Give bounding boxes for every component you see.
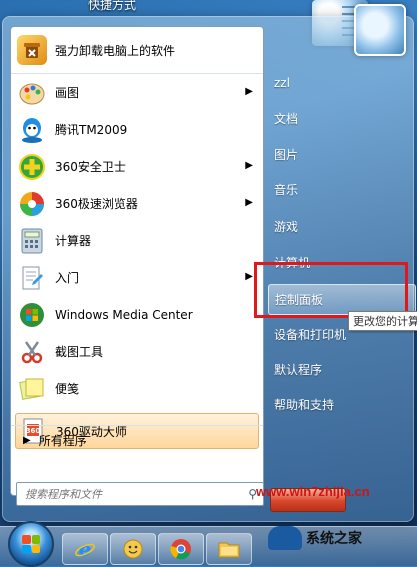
control-panel-highlight-box: [254, 262, 408, 318]
right-item-music[interactable]: 音乐: [274, 181, 298, 198]
right-item-devices-printers[interactable]: 设备和打印机: [274, 326, 346, 343]
pinned-item-label: 强力卸载电脑上的软件: [55, 43, 176, 58]
submenu-arrow-icon: ▶: [245, 197, 253, 208]
right-item-user[interactable]: zzl: [274, 76, 290, 90]
getting-started-icon: [17, 263, 47, 293]
menu-item-label: 计算器: [55, 234, 92, 248]
menu-item-media-center[interactable]: Windows Media Center: [11, 296, 263, 333]
search-input[interactable]: [23, 486, 227, 502]
desktop-shortcut-label[interactable]: 快捷方式: [88, 0, 136, 13]
menu-item-label: Windows Media Center: [55, 307, 193, 322]
brand-logo-icon: [268, 526, 302, 550]
control-panel-tooltip: 更改您的计算: [348, 311, 417, 331]
messenger-icon[interactable]: [110, 533, 156, 565]
menu-item-label: 便笺: [55, 382, 80, 396]
snipping-tool-icon: [17, 337, 47, 367]
chrome-icon[interactable]: [158, 533, 204, 565]
search-box[interactable]: ⚲: [16, 482, 264, 506]
menu-item-label: 入门: [55, 271, 80, 285]
start-menu-right-pane: zzl 文档 图片 音乐 游戏 计算机 控制面板 设备和打印机 默认程序 帮助和…: [264, 4, 416, 496]
explorer-icon[interactable]: [206, 533, 252, 565]
right-item-pictures[interactable]: 图片: [274, 146, 298, 163]
start-orb-icon[interactable]: [8, 521, 54, 567]
menu-item-label: 360极速浏览器: [55, 197, 138, 211]
all-programs-label: 所有程序: [38, 433, 87, 448]
triangle-right-icon: ▶: [23, 434, 31, 446]
submenu-arrow-icon: ▶: [245, 160, 253, 171]
360-safe-icon: [17, 152, 47, 182]
right-item-games[interactable]: 游戏: [274, 218, 298, 235]
user-avatar[interactable]: [354, 4, 406, 56]
right-item-documents[interactable]: 文档: [274, 110, 298, 127]
sticky-notes-icon: [17, 374, 47, 404]
360-browser-icon: [17, 189, 47, 219]
menu-item-tencent-tm[interactable]: 腾讯TM2009: [11, 111, 263, 148]
watermark-brand-text: 系统之家: [306, 531, 362, 547]
ie-icon[interactable]: e: [62, 533, 108, 565]
menu-item-360-browser[interactable]: 360极速浏览器 ▶: [11, 185, 263, 222]
menu-item-label: 腾讯TM2009: [55, 123, 128, 137]
svg-text:e: e: [79, 538, 92, 560]
media-center-icon: [17, 300, 47, 330]
menu-item-label: 360安全卫士: [55, 160, 126, 174]
paint-icon: [17, 78, 47, 108]
menu-item-calculator[interactable]: 计算器: [11, 222, 263, 259]
menu-item-getting-started[interactable]: 入门 ▶: [11, 259, 263, 296]
menu-item-360-safe[interactable]: 360安全卫士 ▶: [11, 148, 263, 185]
all-programs-button[interactable]: ▶ 所有程序: [11, 425, 263, 454]
uninstall-icon: [17, 35, 47, 65]
menu-item-paint[interactable]: 画图 ▶: [11, 74, 263, 111]
right-item-help-support[interactable]: 帮助和支持: [274, 396, 334, 413]
submenu-arrow-icon: ▶: [245, 86, 253, 97]
pinned-item[interactable]: 强力卸载电脑上的软件: [11, 27, 263, 74]
submenu-arrow-icon: ▶: [245, 271, 253, 282]
tencent-tm-icon: [17, 115, 47, 145]
right-item-default-programs[interactable]: 默认程序: [274, 361, 322, 378]
menu-item-snipping-tool[interactable]: 截图工具: [11, 333, 263, 370]
menu-item-label: 截图工具: [55, 345, 104, 359]
menu-item-sticky-notes[interactable]: 便笺: [11, 370, 263, 407]
menu-item-label: 画图: [55, 86, 80, 100]
start-menu-left-pane: 强力卸载电脑上的软件 画图 ▶ 腾讯TM2009 360安全卫士 ▶ 360极速…: [10, 26, 264, 496]
calculator-icon: [17, 226, 47, 256]
watermark-url: www.win7zhijia.cn: [256, 484, 370, 499]
watermark-brand: 系统之家: [268, 526, 362, 550]
